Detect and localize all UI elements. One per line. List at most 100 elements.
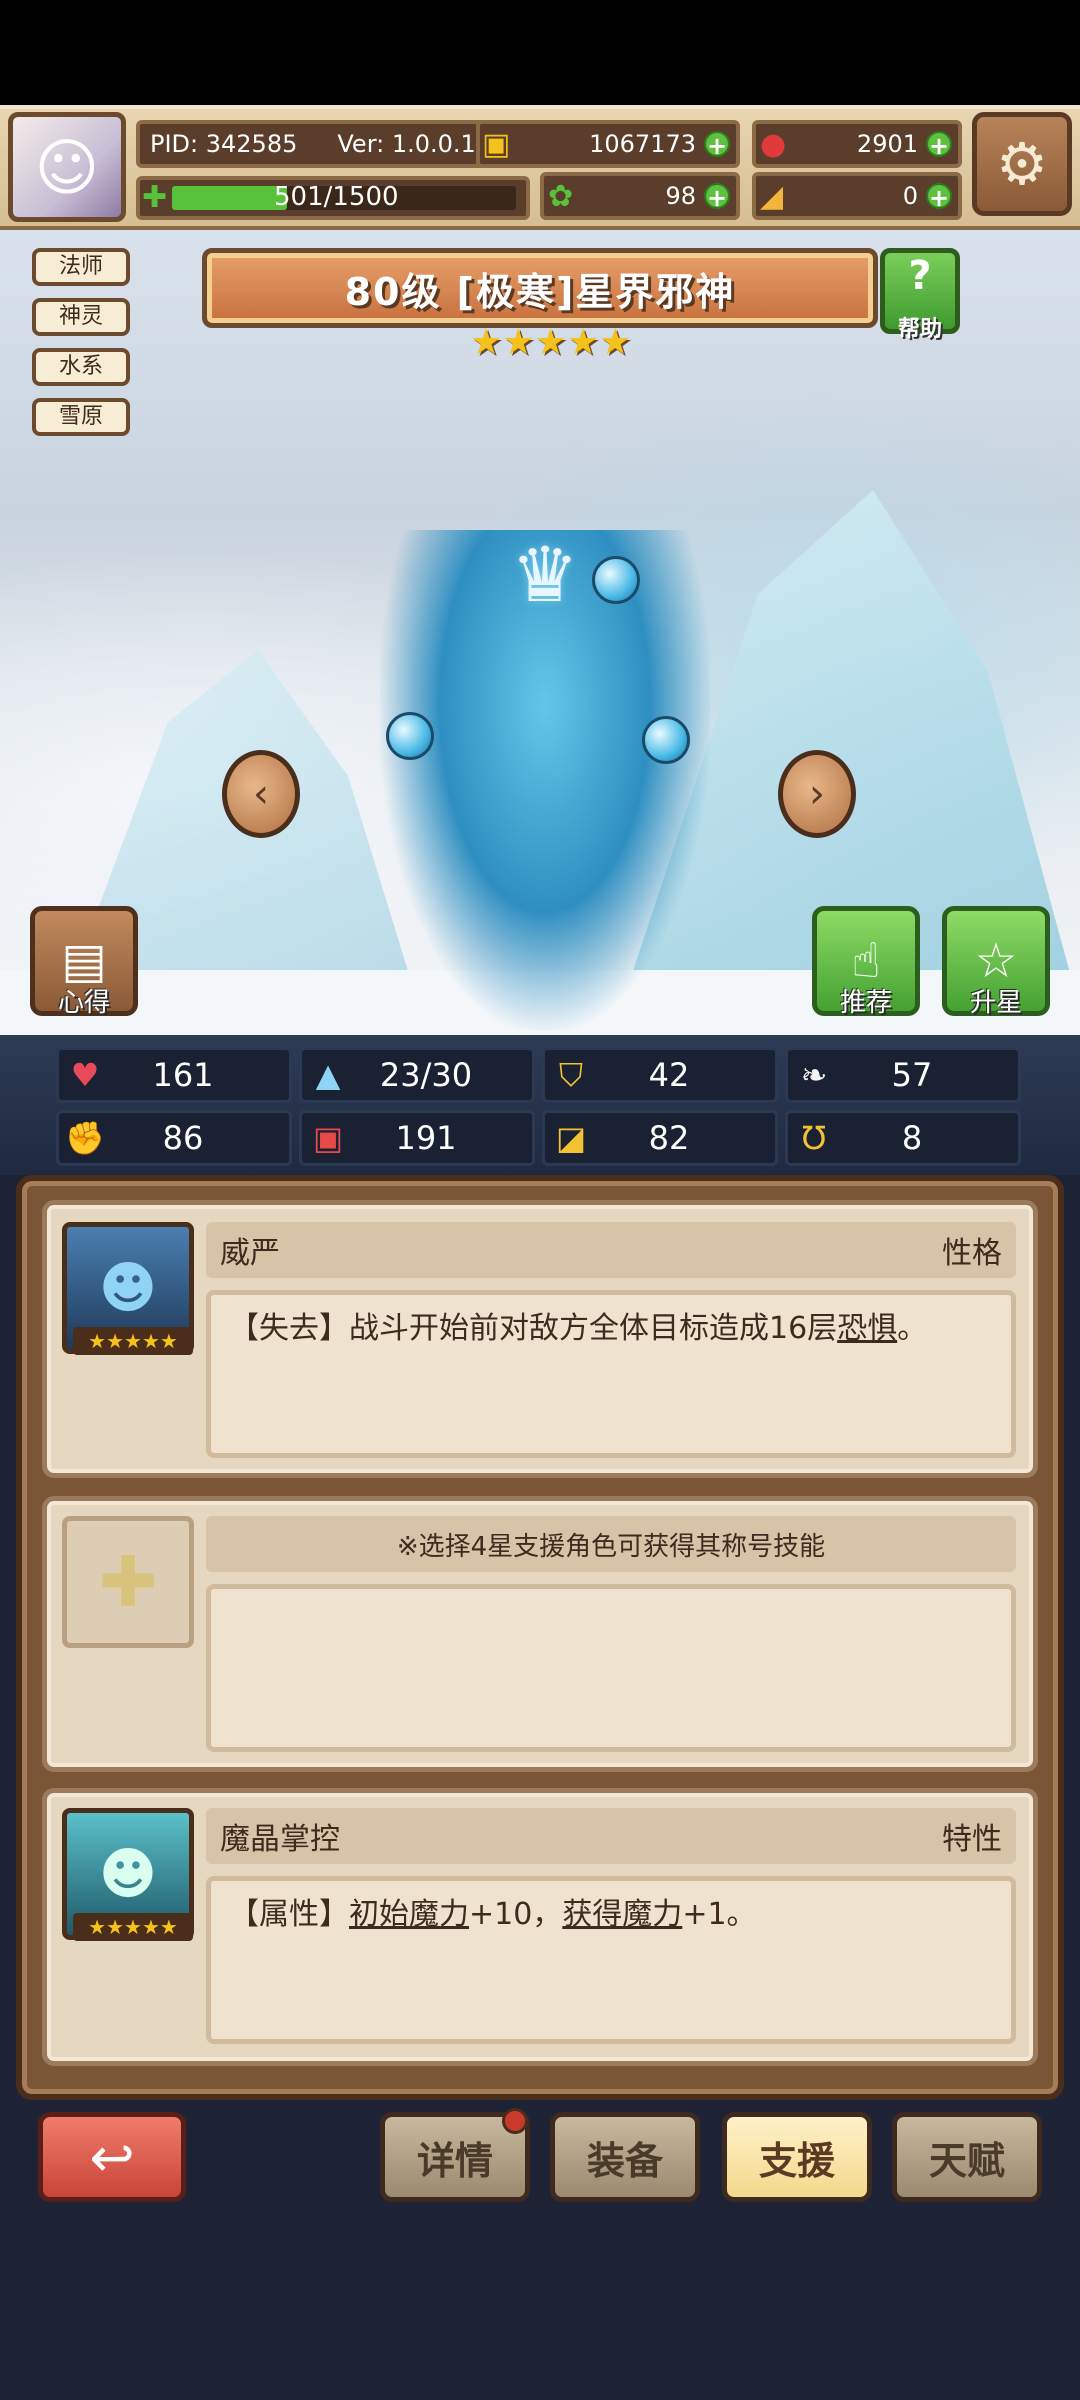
- boot-icon: ◪: [555, 1119, 587, 1157]
- skill-type: 性格: [942, 1236, 1002, 1271]
- stat-attack-value: 86: [162, 1119, 204, 1157]
- stat-attack: ✊ 86: [56, 1110, 292, 1166]
- card-title-bar: 魔晶掌控 特性: [206, 1808, 1016, 1864]
- tag-class: 法师: [32, 248, 130, 286]
- star-up-button[interactable]: ☆ 升星: [942, 906, 1050, 1018]
- feather-icon: ❧: [800, 1056, 828, 1094]
- tab-equipment[interactable]: 装备: [550, 2112, 700, 2202]
- title-skill-hint: ※选择4星支援角色可获得其称号技能: [396, 1531, 826, 1562]
- gold-coin-icon: ▣: [482, 126, 511, 162]
- tab-talent[interactable]: 天赋: [892, 2112, 1042, 2202]
- tab-equipment-label: 装备: [586, 2138, 663, 2183]
- stat-mana: ▲ 23/30: [299, 1047, 535, 1103]
- trait-hero-portrait[interactable]: ☻ ★★★★★: [62, 1808, 194, 1941]
- ice-orb-icon: [592, 556, 640, 604]
- star-up-label: 升星: [969, 988, 1022, 1018]
- stat-luck: Ʊ 8: [785, 1110, 1021, 1166]
- red-gem-icon: ●: [760, 126, 787, 162]
- recommend-button[interactable]: ☝ 推荐: [812, 906, 920, 1018]
- stamina-text: 501/1500: [274, 182, 399, 212]
- help-label: 帮助: [897, 317, 942, 342]
- keyword-gain-mana[interactable]: 获得魔力: [562, 1897, 682, 1932]
- gear-icon: ⚙: [996, 130, 1048, 198]
- tab-details-label: 详情: [416, 2138, 493, 2183]
- trait-name: 魔晶掌控: [220, 1822, 340, 1857]
- stat-mana-value: 23/30: [379, 1056, 473, 1094]
- clover-stamina-icon: ✚: [142, 180, 168, 215]
- recommend-label: 推荐: [839, 988, 892, 1018]
- stat-hp-value: 161: [152, 1056, 214, 1094]
- card-hint-bar: ※选择4星支援角色可获得其称号技能: [206, 1516, 1016, 1572]
- heart-icon: ♥: [70, 1056, 100, 1094]
- avatar-face-icon: ☺: [34, 130, 100, 204]
- stat-speed: ◪ 82: [542, 1110, 778, 1166]
- trait-desc-prefix: 【属性】: [229, 1897, 349, 1932]
- add-clover-icon[interactable]: +: [704, 183, 730, 211]
- tag-race: 神灵: [32, 298, 130, 336]
- stat-luck-value: 8: [901, 1119, 923, 1157]
- next-hero-button[interactable]: ›: [778, 750, 856, 838]
- status-bar-area: [0, 0, 1080, 105]
- stamina-bar[interactable]: ✚ 501/1500: [136, 176, 530, 220]
- add-ticket-icon[interactable]: +: [926, 183, 952, 211]
- hero-face-icon: ☻: [98, 1841, 158, 1907]
- settings-button[interactable]: ⚙: [972, 112, 1072, 216]
- trait-desc-end: +1。: [682, 1897, 757, 1932]
- trait-desc-mid: +10，: [469, 1897, 563, 1932]
- prev-hero-button[interactable]: ‹: [222, 750, 300, 838]
- player-id: PID: 342585: [150, 130, 298, 158]
- hero-star-rating: ★★★★★: [470, 322, 632, 363]
- tab-talent-label: 天赋: [928, 2138, 1005, 2183]
- stat-magic-value: 191: [395, 1119, 457, 1157]
- add-gem-icon[interactable]: +: [926, 131, 952, 159]
- chevron-right-icon: ›: [809, 771, 825, 817]
- gem-amount: 2901: [856, 130, 918, 158]
- tag-element: 水系: [32, 348, 130, 386]
- stat-magic-resist-value: 57: [891, 1056, 933, 1094]
- trait-type: 特性: [942, 1822, 1002, 1857]
- thumbs-up-icon: ☝: [851, 933, 881, 989]
- clover-icon: ✿: [548, 178, 574, 214]
- tag-terrain: 雪原: [32, 398, 130, 436]
- stat-defense-value: 42: [648, 1056, 690, 1094]
- plus-icon: ✚: [98, 1541, 158, 1623]
- return-arrow-icon: ↩: [89, 2125, 135, 2189]
- ticket-counter[interactable]: ◢ 0 +: [752, 172, 962, 220]
- help-button[interactable]: ? 帮助: [880, 248, 960, 342]
- card-title-bar: 威严 性格: [206, 1222, 1016, 1278]
- pid-version-bar: PID: 342585 Ver: 1.0.0.10: [136, 120, 506, 168]
- skill-description: 【失去】战斗开始前对敌方全体目标造成16层恐惧。: [206, 1290, 1016, 1458]
- stat-hp: ♥ 161: [56, 1047, 292, 1103]
- skill-desc-text: 【失去】战斗开始前对敌方全体目标造成16层: [229, 1311, 838, 1346]
- keyword-fear[interactable]: 恐惧: [837, 1311, 897, 1346]
- tab-support[interactable]: 支援: [722, 2112, 872, 2202]
- trait-description: 【属性】初始魔力+10，获得魔力+1。: [206, 1876, 1016, 2044]
- clover-counter[interactable]: ✿ 98 +: [540, 172, 740, 220]
- empty-description: [206, 1584, 1016, 1752]
- horseshoe-icon: Ʊ: [801, 1119, 827, 1157]
- gem-counter[interactable]: ● 2901 +: [752, 120, 962, 168]
- chevron-left-icon: ‹: [253, 771, 269, 817]
- gold-counter[interactable]: ▣ 1067173 +: [476, 120, 740, 168]
- game-version: Ver: 1.0.0.10: [337, 130, 492, 158]
- back-button[interactable]: ↩: [38, 2112, 186, 2202]
- hero-sprite: ♛: [380, 530, 710, 1030]
- book-icon: ▣: [312, 1119, 344, 1157]
- clover-amount: 98: [665, 182, 696, 210]
- ice-crown-icon: ♛: [510, 530, 580, 619]
- insight-button[interactable]: ▤ 心得: [30, 906, 138, 1018]
- stat-defense: ⛉ 42: [542, 1047, 778, 1103]
- boot-ticket-icon: ◢: [760, 178, 784, 214]
- drop-icon: ▲: [315, 1056, 341, 1094]
- hero-face-icon: ☻: [98, 1255, 158, 1321]
- add-gold-icon[interactable]: +: [704, 131, 730, 159]
- stamina-fill: [172, 186, 287, 210]
- keyword-initial-mana[interactable]: 初始魔力: [349, 1897, 469, 1932]
- ice-orb-icon: [386, 712, 434, 760]
- notification-dot: [502, 2108, 528, 2134]
- stat-speed-value: 82: [648, 1119, 690, 1157]
- support-hero-portrait[interactable]: ☻ ★★★★★: [62, 1222, 194, 1355]
- player-avatar[interactable]: ☺: [8, 112, 126, 222]
- add-support-slot[interactable]: ✚: [62, 1516, 194, 1648]
- stat-magic-resist: ❧ 57: [785, 1047, 1021, 1103]
